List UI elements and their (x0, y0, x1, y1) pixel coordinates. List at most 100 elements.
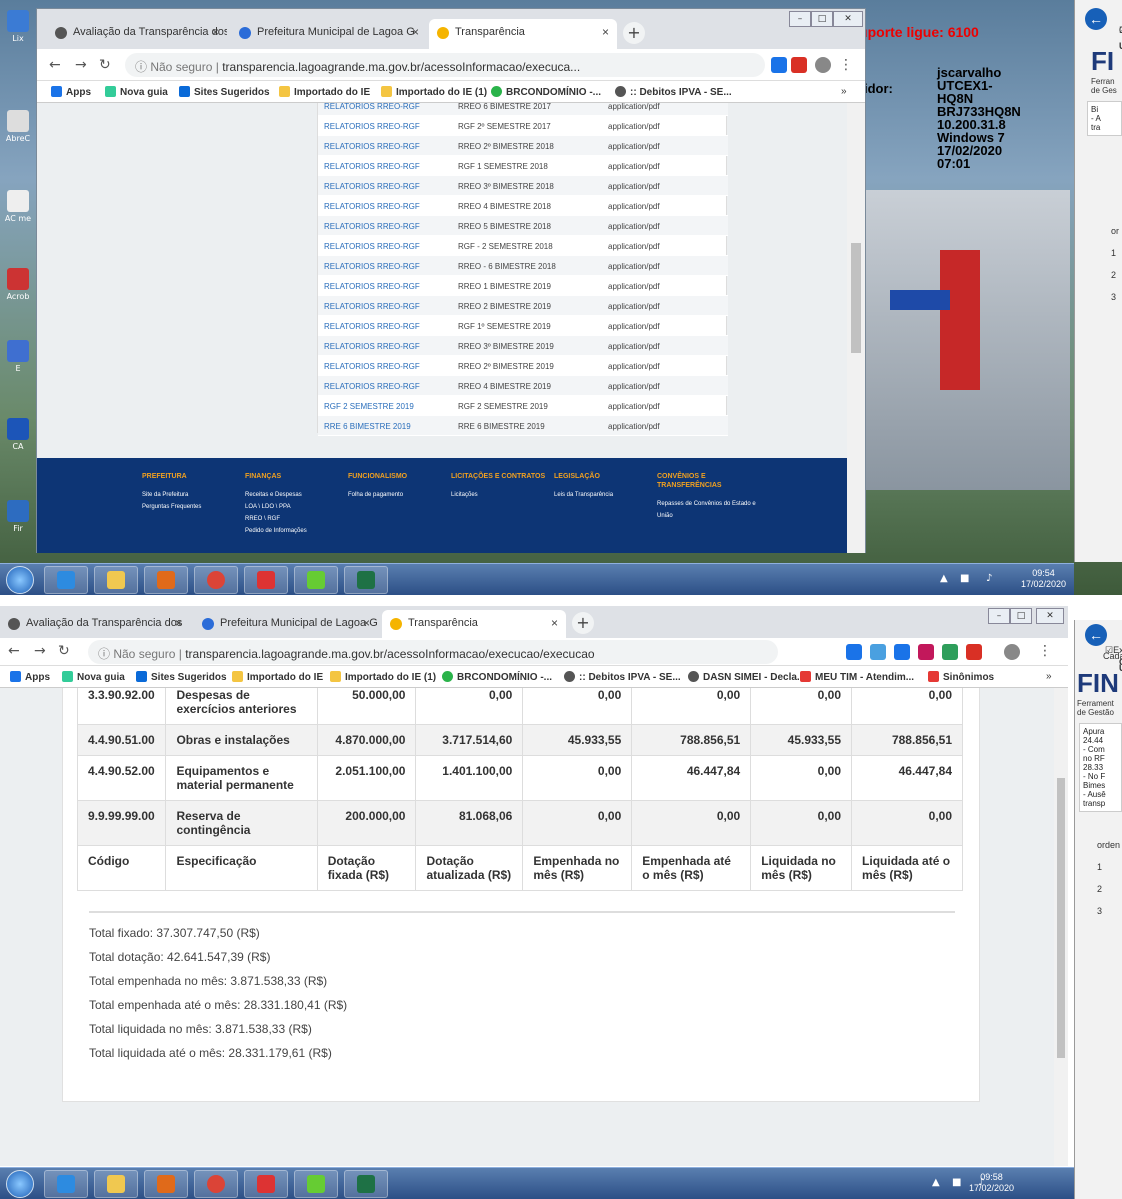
extension-icon[interactable] (894, 644, 910, 660)
taskbar-app[interactable] (144, 1170, 188, 1198)
volume-icon[interactable]: ♪ (986, 573, 992, 584)
new-tab-button[interactable]: + (623, 22, 645, 44)
taskbar-chrome[interactable] (194, 1170, 238, 1198)
fin-text-box[interactable]: Apura 24.44 - Com no RF 28.33 - No F Bim… (1079, 723, 1122, 812)
close-tab-icon[interactable]: × (363, 616, 370, 630)
document-category-link[interactable]: RELATORIOS RREO-RGF (324, 162, 420, 171)
close-tab-icon[interactable]: × (551, 616, 558, 630)
document-row[interactable]: RELATORIOS RREO-RGF RGF 1º SEMESTRE 2019 a… (318, 316, 728, 336)
bookmark-folder[interactable]: Importado do IE (1) (381, 86, 487, 98)
document-row[interactable]: RELATORIOS RREO-RGF RREO 4 BIMESTRE 2019 a… (318, 376, 728, 396)
bookmark-item[interactable]: Sites Sugeridos (179, 86, 270, 98)
footer-link[interactable]: Licitações (451, 489, 551, 501)
fin-table-row[interactable]: 3 (1097, 906, 1122, 916)
document-row[interactable]: RELATORIOS RREO-RGF RREO 2º BIMESTRE 2018… (318, 136, 728, 156)
close-tab-icon[interactable]: × (175, 616, 182, 630)
bookmark-folder[interactable]: Importado do IE (279, 86, 370, 98)
security-indicator[interactable]: Não seguro (150, 60, 212, 74)
page-scrollbar[interactable] (1054, 688, 1068, 1166)
document-category-link[interactable]: RELATORIOS RREO-RGF (324, 382, 420, 391)
scrollbar-thumb[interactable] (851, 243, 861, 353)
fin-table-row[interactable]: 3 (1111, 292, 1122, 302)
bookmark-folder[interactable]: Importado do IE (1) (330, 671, 436, 683)
desktop-icon[interactable]: E (2, 340, 34, 373)
document-row[interactable]: RELATORIOS RREO-RGF RREO 1 BIMESTRE 2019 a… (318, 276, 728, 296)
footer-link[interactable]: Perguntas Frequentes (142, 501, 242, 513)
bookmark-apps[interactable]: Apps (51, 86, 91, 98)
document-row[interactable]: RELATORIOS RREO-RGF RREO 5 BIMESTRE 2018 a… (318, 216, 728, 236)
document-row[interactable]: RELATORIOS RREO-RGF RREO 2 BIMESTRE 2019 a… (318, 296, 728, 316)
extension-icon[interactable] (942, 644, 958, 660)
bookmark-item[interactable]: Sites Sugeridos (136, 671, 227, 683)
bookmark-item[interactable]: :: Debitos IPVA - SE... (615, 86, 732, 98)
document-row[interactable]: RELATORIOS RREO-RGF RREO 4 BIMESTRE 2018 a… (318, 196, 728, 216)
footer-link[interactable]: Repasses de Convênios do Estado e União (657, 498, 757, 522)
taskbar-app[interactable] (144, 566, 188, 594)
footer-link[interactable]: LOA \ LDO \ PPA (245, 501, 345, 513)
document-category-link[interactable]: RELATORIOS RREO-RGF (324, 302, 420, 311)
profile-icon[interactable] (1004, 644, 1020, 660)
close-window-button[interactable]: ✕ (833, 11, 863, 27)
back-icon[interactable]: ← (49, 57, 61, 73)
forward-icon[interactable]: → (75, 57, 87, 73)
page-scrollbar[interactable] (847, 103, 865, 553)
bookmark-item[interactable]: :: Debitos IPVA - SE... (564, 671, 681, 683)
minimize-button[interactable]: – (789, 11, 811, 27)
close-tab-icon[interactable]: × (412, 25, 419, 39)
desktop-icon[interactable]: CA (2, 418, 34, 451)
bookmarks-overflow-button[interactable]: » (841, 86, 847, 97)
bookmark-apps[interactable]: Apps (10, 671, 50, 683)
desktop-icon[interactable]: Lix (2, 10, 34, 43)
network-icon[interactable]: ■ (952, 1177, 961, 1188)
tab-prefeitura[interactable]: Prefeitura Municipal de Lagoa G × (231, 19, 427, 49)
maximize-button[interactable]: □ (1010, 608, 1032, 624)
document-category-link[interactable]: RELATORIOS RREO-RGF (324, 242, 420, 251)
fin-table-row[interactable]: 1 (1097, 862, 1122, 872)
extension-icon[interactable] (966, 644, 982, 660)
document-category-link[interactable]: RELATORIOS RREO-RGF (324, 103, 420, 111)
menu-icon[interactable]: ⋮ (1038, 643, 1052, 659)
document-category-link[interactable]: RELATORIOS RREO-RGF (324, 122, 420, 131)
document-row[interactable]: RELATORIOS RREO-RGF RGF 2º SEMESTRE 2017 a… (318, 116, 728, 136)
document-row[interactable]: RRE 6 BIMESTRE 2019 RRE 6 BIMESTRE 2019 ap… (318, 416, 728, 436)
document-category-link[interactable]: RELATORIOS RREO-RGF (324, 282, 420, 291)
forward-icon[interactable]: → (34, 643, 46, 659)
tab-avaliacao[interactable]: Avaliação da Transparência dos × (0, 610, 190, 640)
system-clock[interactable]: 09:58 17/02/2020 (969, 1172, 1014, 1194)
footer-link[interactable]: Folha de pagamento (348, 489, 448, 501)
taskbar-snipping[interactable] (244, 1170, 288, 1198)
bookmark-item[interactable]: DASN SIMEI - Decla... (688, 671, 805, 683)
bookmark-folder[interactable]: Importado do IE (232, 671, 323, 683)
system-clock[interactable]: 09:54 17/02/2020 (1021, 568, 1066, 590)
desktop-icon[interactable]: Fir (2, 500, 34, 533)
taskbar-excel[interactable] (344, 566, 388, 594)
close-window-button[interactable]: ✕ (1036, 608, 1064, 624)
document-row[interactable]: RELATORIOS RREO-RGF RGF 1 SEMESTRE 2018 ap… (318, 156, 728, 176)
menu-icon[interactable]: ⋮ (839, 57, 853, 73)
document-row[interactable]: RELATORIOS RREO-RGF RREO 3º BIMESTRE 2018… (318, 176, 728, 196)
document-category-link[interactable]: RELATORIOS RREO-RGF (324, 222, 420, 231)
bookmark-item[interactable]: MEU TIM - Atendim... (800, 671, 914, 683)
bookmarks-overflow-button[interactable]: » (1046, 671, 1052, 682)
document-category-link[interactable]: RGF 2 SEMESTRE 2019 (324, 402, 414, 411)
security-indicator[interactable]: Não seguro (113, 647, 175, 661)
taskbar-explorer[interactable] (94, 566, 138, 594)
taskbar-snipping[interactable] (244, 566, 288, 594)
document-category-link[interactable]: RELATORIOS RREO-RGF (324, 362, 420, 371)
extension-icon[interactable] (791, 57, 807, 73)
address-bar[interactable]: ⓘ Não seguro | transparencia.lagoagrande… (125, 53, 765, 77)
reload-icon[interactable]: ↻ (99, 57, 111, 73)
desktop-icon[interactable]: Acrob (2, 268, 34, 301)
extension-icon[interactable] (870, 644, 886, 660)
address-bar[interactable]: ⓘ Não seguro | transparencia.lagoagrande… (88, 640, 778, 664)
reload-icon[interactable]: ↻ (58, 643, 70, 659)
document-row[interactable]: RGF 2 SEMESTRE 2019 RGF 2 SEMESTRE 2019 ap… (318, 396, 728, 416)
tab-transparencia[interactable]: Transparência × (382, 610, 566, 640)
start-button[interactable] (6, 1170, 34, 1198)
document-category-link[interactable]: RELATORIOS RREO-RGF (324, 322, 420, 331)
fin-text-box[interactable]: Bi - A tra (1087, 101, 1122, 136)
document-row[interactable]: RELATORIOS RREO-RGF RREO 2º BIMESTRE 2019… (318, 356, 728, 376)
bookmark-item[interactable]: Sinônimos (928, 671, 994, 683)
taskbar-explorer[interactable] (94, 1170, 138, 1198)
fin-table-row[interactable]: 2 (1111, 270, 1122, 280)
